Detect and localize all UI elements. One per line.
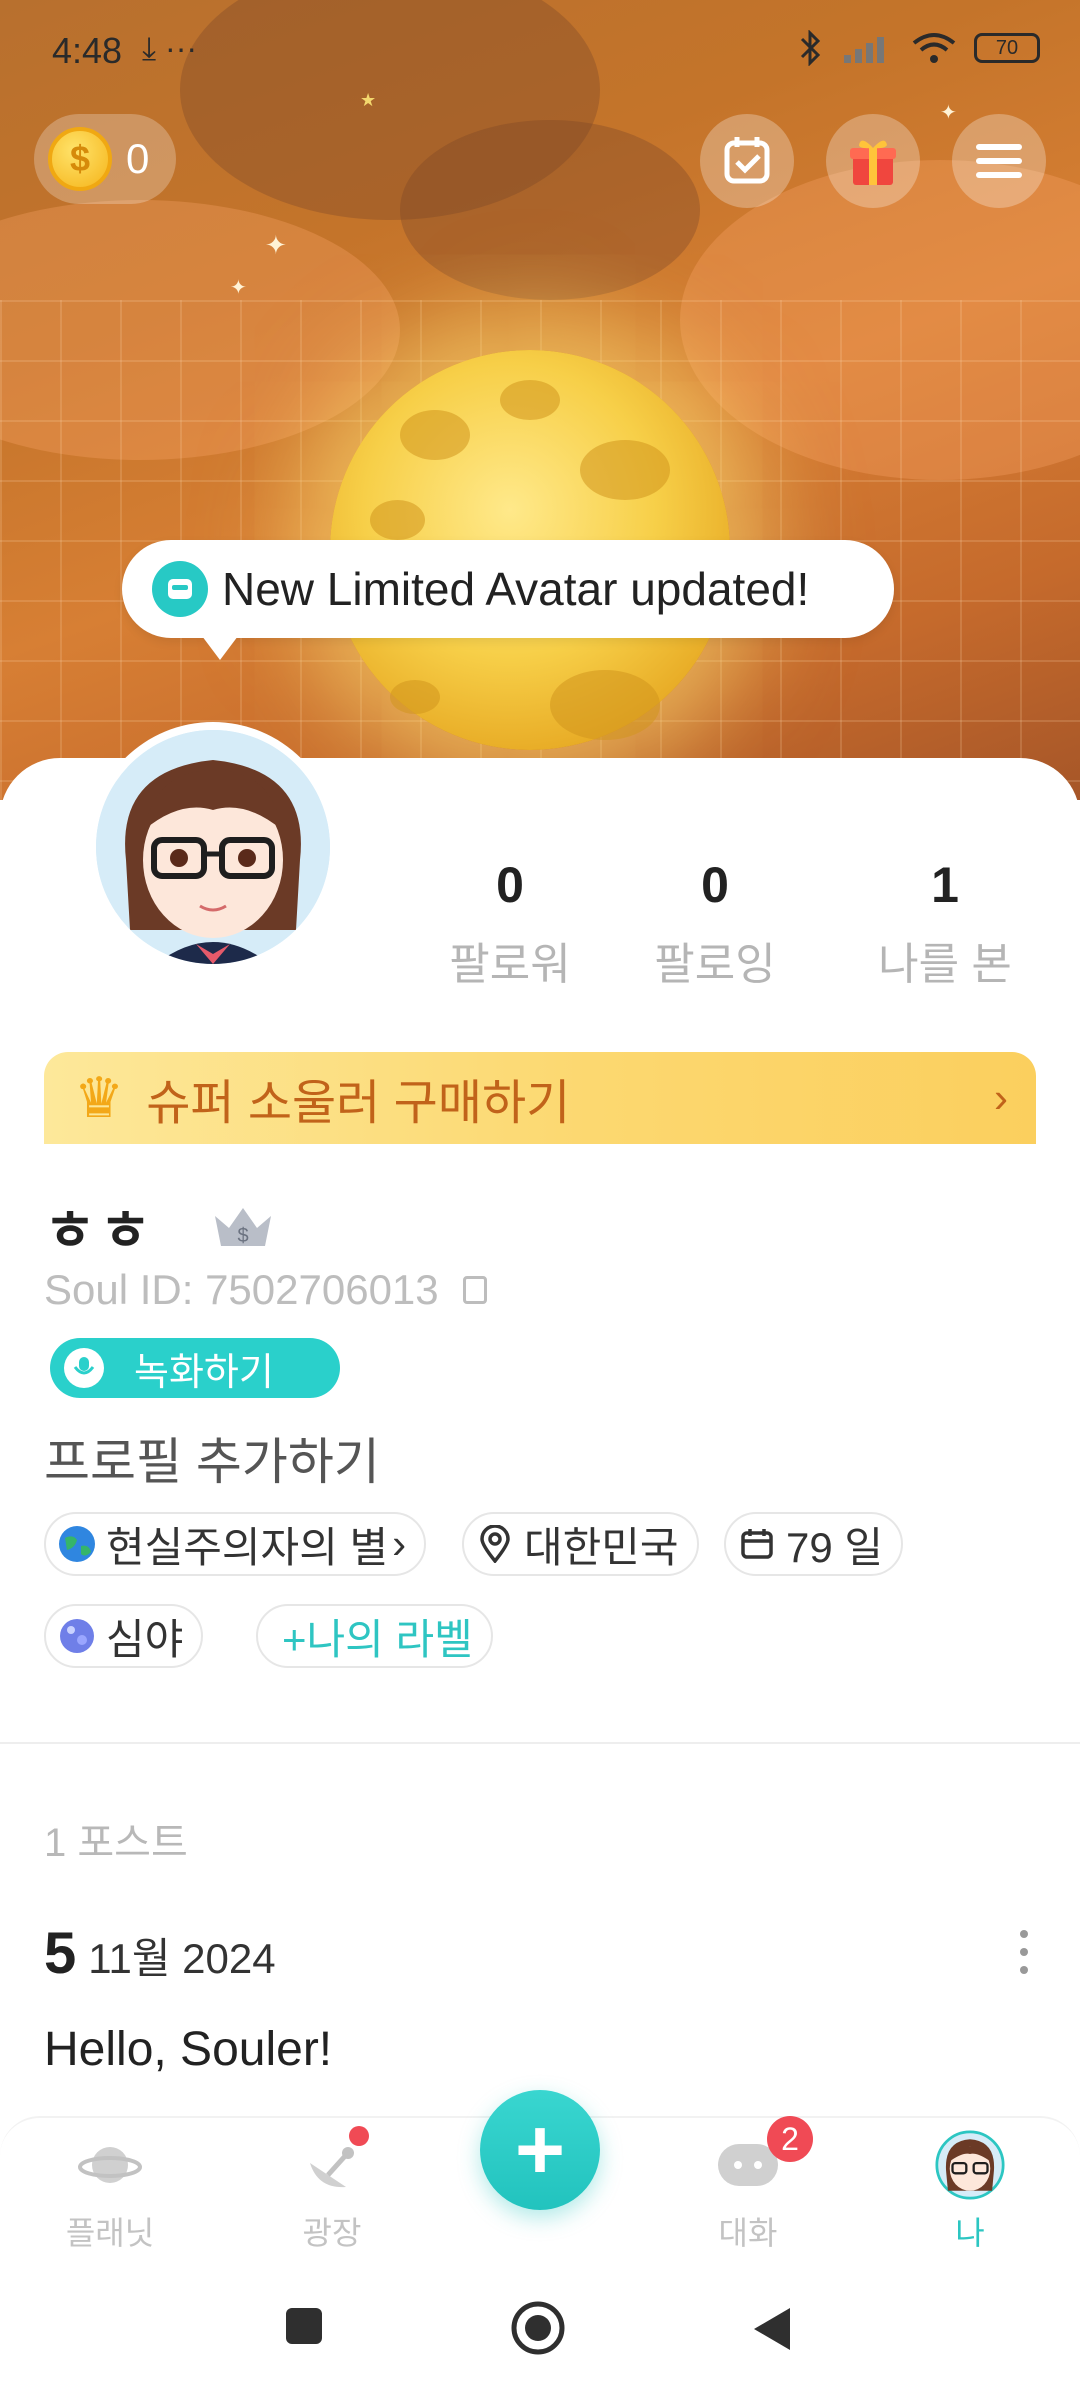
followers-label: 팔로워 bbox=[449, 940, 571, 989]
visitors-stat[interactable]: 1 나를 본 bbox=[830, 856, 1060, 992]
nav-chat[interactable]: 2 대화 bbox=[668, 2116, 828, 2254]
nav-chat-label: 대화 bbox=[718, 2215, 778, 2251]
avatar-image bbox=[96, 730, 330, 964]
nav-square[interactable]: 광장 bbox=[252, 2126, 412, 2254]
daily-check-button[interactable] bbox=[700, 114, 794, 208]
visitors-count: 1 bbox=[931, 857, 959, 913]
planet-icon bbox=[75, 2130, 145, 2200]
chat-unread-badge: 2 bbox=[767, 2116, 813, 2162]
post-day: 5 bbox=[44, 1921, 77, 1986]
nav-me-label: 나 bbox=[955, 2215, 985, 2251]
super-souler-banner[interactable]: ♛ 슈퍼 소울러 구매하기 › bbox=[44, 1052, 1036, 1144]
notification-dot bbox=[349, 2126, 369, 2146]
svg-text:$: $ bbox=[237, 1225, 248, 1247]
coin-icon: $ bbox=[48, 127, 112, 191]
gold-crown-icon: ♛ bbox=[74, 1066, 125, 1129]
nav-me[interactable]: 나 bbox=[890, 2130, 1050, 2254]
menu-icon bbox=[976, 144, 1022, 178]
following-label: 팔로잉 bbox=[654, 940, 776, 989]
planet-icon bbox=[56, 1615, 98, 1657]
sparkle-icon: ✦ bbox=[265, 230, 287, 260]
add-profile-link[interactable]: 프로필 추가하기 bbox=[44, 1422, 380, 1494]
tag-days-text: 79 일 bbox=[786, 1523, 884, 1571]
home-button-icon[interactable] bbox=[510, 2300, 566, 2356]
chevron-right-icon: › bbox=[994, 1074, 1008, 1121]
microphone-icon bbox=[64, 1348, 104, 1388]
followers-count: 0 bbox=[496, 857, 524, 913]
tag-planet[interactable]: 현실주의자의 별 › bbox=[44, 1512, 427, 1576]
battery-indicator: 70 bbox=[974, 33, 1040, 63]
nav-square-label: 광장 bbox=[302, 2215, 362, 2251]
tag-location-text: 대한민국 bbox=[524, 1523, 679, 1571]
post-month-year: 11월 2024 bbox=[88, 1935, 276, 1982]
followers-stat[interactable]: 0 팔로워 bbox=[420, 856, 600, 992]
coin-count: 0 bbox=[126, 135, 150, 182]
announcement-text: New Limited Avatar updated! bbox=[222, 563, 810, 615]
plus-icon: + bbox=[514, 2102, 566, 2198]
back-button-icon[interactable] bbox=[752, 2306, 792, 2352]
location-pin-icon bbox=[474, 1523, 516, 1565]
more-options-icon[interactable] bbox=[1020, 1930, 1030, 1980]
copy-icon[interactable] bbox=[462, 1276, 487, 1304]
name-row: ㅎㅎ $ bbox=[44, 1186, 275, 1267]
soul-id-text: Soul ID: 7502706013 bbox=[44, 1266, 439, 1313]
nav-planet-label: 플래닛 bbox=[65, 2215, 155, 2251]
following-count: 0 bbox=[701, 857, 729, 913]
menu-button[interactable] bbox=[952, 114, 1046, 208]
tag-location[interactable]: 대한민국 bbox=[462, 1512, 699, 1576]
globe-icon bbox=[56, 1523, 98, 1565]
following-stat[interactable]: 0 팔로잉 bbox=[600, 856, 830, 992]
visitors-label: 나를 본 bbox=[878, 940, 1012, 989]
recents-button-icon[interactable] bbox=[284, 2306, 324, 2346]
cloud-shape bbox=[400, 120, 700, 300]
avatar-icon bbox=[935, 2130, 1005, 2200]
soul-id[interactable]: Soul ID: 7502706013 bbox=[44, 1266, 487, 1314]
profile-stats: 0 팔로워 0 팔로잉 1 나를 본 bbox=[420, 856, 1060, 992]
tag-planet-text: 현실주의자의 별 bbox=[106, 1523, 389, 1571]
chevron-right-icon: › bbox=[392, 1520, 407, 1567]
status-time: 4:48 bbox=[52, 30, 123, 71]
signal-icon bbox=[844, 37, 884, 63]
super-souler-text: 슈퍼 소울러 구매하기 bbox=[146, 1077, 571, 1130]
profile-hero-background: ✦ ✦ ✦ ★ 4:48 ⤓ ··· 70 $ 0 New Limited Av… bbox=[0, 0, 1080, 800]
profile-name: ㅎㅎ bbox=[44, 1199, 156, 1262]
add-my-label-text: +나의 라벨 bbox=[282, 1615, 473, 1663]
record-voice-button[interactable]: 녹화하기 bbox=[50, 1338, 340, 1398]
membership-crown-icon[interactable]: $ bbox=[211, 1202, 275, 1252]
status-notification-icons: ⤓ ··· bbox=[142, 30, 198, 66]
satellite-icon bbox=[297, 2126, 369, 2200]
avatar-shop-icon bbox=[152, 561, 208, 617]
post-text[interactable]: Hello, Souler! bbox=[44, 2022, 332, 2077]
add-my-label-button[interactable]: +나의 라벨 bbox=[256, 1604, 493, 1668]
sparkle-icon: ✦ bbox=[230, 277, 247, 299]
wifi-icon bbox=[912, 33, 956, 63]
system-navigation-bar bbox=[0, 2266, 1080, 2400]
gift-icon bbox=[850, 140, 896, 185]
nav-planet[interactable]: 플래닛 bbox=[30, 2130, 190, 2254]
status-right-icons: 70 bbox=[796, 30, 1040, 66]
limited-avatar-tooltip[interactable]: New Limited Avatar updated! bbox=[122, 540, 894, 660]
post-date: 5 11월 2024 bbox=[44, 1920, 276, 1987]
tag-night-text: 심야 bbox=[106, 1615, 184, 1663]
gift-button[interactable] bbox=[826, 114, 920, 208]
calendar-check-icon bbox=[724, 137, 770, 184]
calendar-icon bbox=[736, 1523, 778, 1565]
coin-balance-button[interactable]: $ 0 bbox=[34, 114, 176, 204]
chat-icon: 2 bbox=[713, 2116, 813, 2200]
section-divider bbox=[0, 1742, 1080, 1744]
tag-days[interactable]: 79 일 bbox=[724, 1512, 904, 1576]
status-bar: 4:48 ⤓ ··· 70 bbox=[0, 0, 1080, 100]
sparkle-icon: ✦ bbox=[940, 102, 957, 124]
post-count: 1 포스트 bbox=[44, 1821, 188, 1865]
bluetooth-icon bbox=[800, 30, 821, 66]
record-voice-label: 녹화하기 bbox=[134, 1351, 274, 1394]
create-post-button[interactable]: + bbox=[480, 2090, 600, 2210]
tag-night[interactable]: 심야 bbox=[44, 1604, 204, 1668]
profile-avatar[interactable] bbox=[88, 722, 338, 972]
